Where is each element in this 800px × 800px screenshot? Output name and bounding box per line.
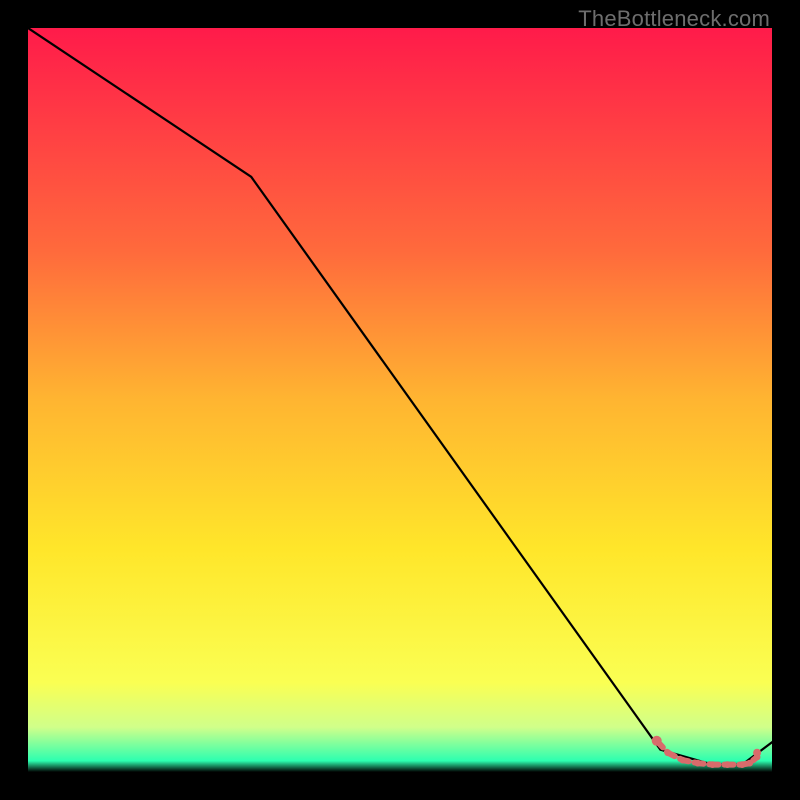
chart-container: TheBottleneck.com: [0, 0, 800, 800]
gradient-background: [28, 28, 772, 772]
chart-plot: [28, 28, 772, 772]
